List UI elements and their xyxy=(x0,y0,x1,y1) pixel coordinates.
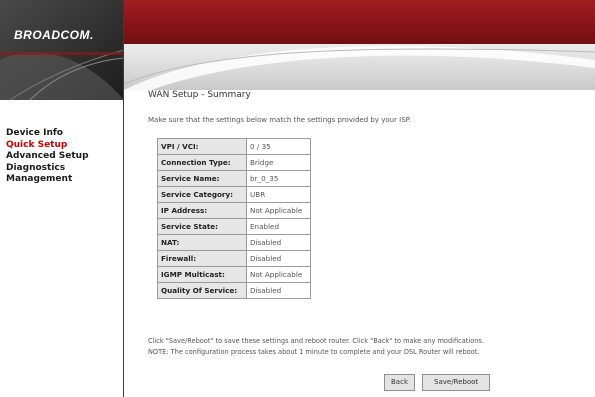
table-row: Service State: Enabled xyxy=(157,218,311,235)
row-value: Disabled xyxy=(246,250,311,267)
row-label: NAT: xyxy=(157,234,247,251)
sidebar-item-advanced-setup[interactable]: Advanced Setup xyxy=(6,151,89,163)
sidebar-nav: Device Info Quick Setup Advanced Setup D… xyxy=(6,128,89,186)
table-row: IGMP Multicast: Not Applicable xyxy=(157,266,311,283)
sidebar-item-quick-setup[interactable]: Quick Setup xyxy=(6,140,89,152)
table-row: Service Category: UBR xyxy=(157,186,311,203)
logo: BROADCOM. xyxy=(14,28,94,42)
sidebar-item-device-info[interactable]: Device Info xyxy=(6,128,89,140)
row-value: UBR xyxy=(246,186,311,203)
row-value: 0 / 35 xyxy=(246,138,311,155)
header-banner: BROADCOM. xyxy=(0,0,595,100)
sidebar-item-diagnostics[interactable]: Diagnostics xyxy=(6,163,89,175)
sidebar-divider xyxy=(123,100,124,397)
row-value: Bridge xyxy=(246,154,311,171)
page-title: WAN Setup - Summary xyxy=(148,90,251,100)
intro-text: Make sure that the settings below match … xyxy=(148,116,412,124)
row-value: Disabled xyxy=(246,234,311,251)
note-line-1: Click "Save/Reboot" to save these settin… xyxy=(148,337,484,345)
row-label: VPI / VCI: xyxy=(157,138,247,155)
table-row: Connection Type: Bridge xyxy=(157,154,311,171)
row-label: IP Address: xyxy=(157,202,247,219)
row-value: Enabled xyxy=(246,218,311,235)
summary-table: VPI / VCI: 0 / 35 Connection Type: Bridg… xyxy=(157,138,311,299)
back-button[interactable]: Back xyxy=(384,373,415,391)
row-label: Firewall: xyxy=(157,250,247,267)
sidebar: Device Info Quick Setup Advanced Setup D… xyxy=(0,100,124,397)
row-value: br_0_35 xyxy=(246,170,311,187)
row-label: Quality Of Service: xyxy=(157,282,247,299)
table-row: Service Name: br_0_35 xyxy=(157,170,311,187)
table-row: Firewall: Disabled xyxy=(157,250,311,267)
row-label: IGMP Multicast: xyxy=(157,266,247,283)
table-row: IP Address: Not Applicable xyxy=(157,202,311,219)
note-line-2: NOTE: The configuration process takes ab… xyxy=(148,348,480,356)
row-label: Connection Type: xyxy=(157,154,247,171)
table-row: VPI / VCI: 0 / 35 xyxy=(157,138,311,155)
instructions-note: Click "Save/Reboot" to save these settin… xyxy=(148,336,484,358)
row-label: Service Name: xyxy=(157,170,247,187)
sidebar-item-management[interactable]: Management xyxy=(6,174,89,186)
save-reboot-button[interactable]: Save/Reboot xyxy=(422,373,491,391)
button-bar: Back Save/Reboot xyxy=(384,369,492,391)
row-label: Service Category: xyxy=(157,186,247,203)
table-row: Quality Of Service: Disabled xyxy=(157,282,311,299)
row-value: Disabled xyxy=(246,282,311,299)
row-value: Not Applicable xyxy=(246,202,311,219)
row-value: Not Applicable xyxy=(246,266,311,283)
table-row: NAT: Disabled xyxy=(157,234,311,251)
row-label: Service State: xyxy=(157,218,247,235)
